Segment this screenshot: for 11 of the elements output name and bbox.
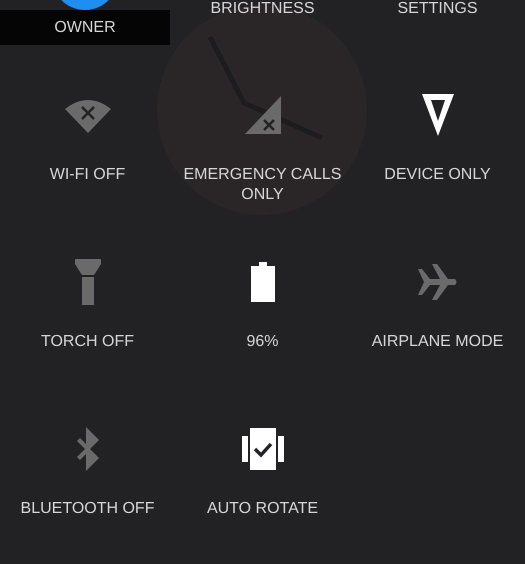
tile-label[interactable]: BLUETOOTH OFF: [20, 499, 154, 519]
tile-label[interactable]: 96%: [246, 332, 279, 352]
tile-label[interactable]: WI-FI OFF: [50, 165, 126, 185]
tile-label[interactable]: TORCH OFF: [40, 332, 134, 352]
user-button[interactable]: OWNER: [0, 10, 170, 45]
tile-label[interactable]: BRIGHTNESS: [210, 0, 314, 46]
tile-label[interactable]: AIRPLANE MODE: [372, 332, 504, 352]
tile-label[interactable]: AUTO ROTATE: [206, 499, 318, 519]
tile-label[interactable]: SETTINGS: [397, 0, 478, 46]
tile-label[interactable]: DEVICE ONLY: [384, 165, 491, 185]
tile-label[interactable]: EMERGENCY CALLS ONLY: [178, 165, 348, 205]
